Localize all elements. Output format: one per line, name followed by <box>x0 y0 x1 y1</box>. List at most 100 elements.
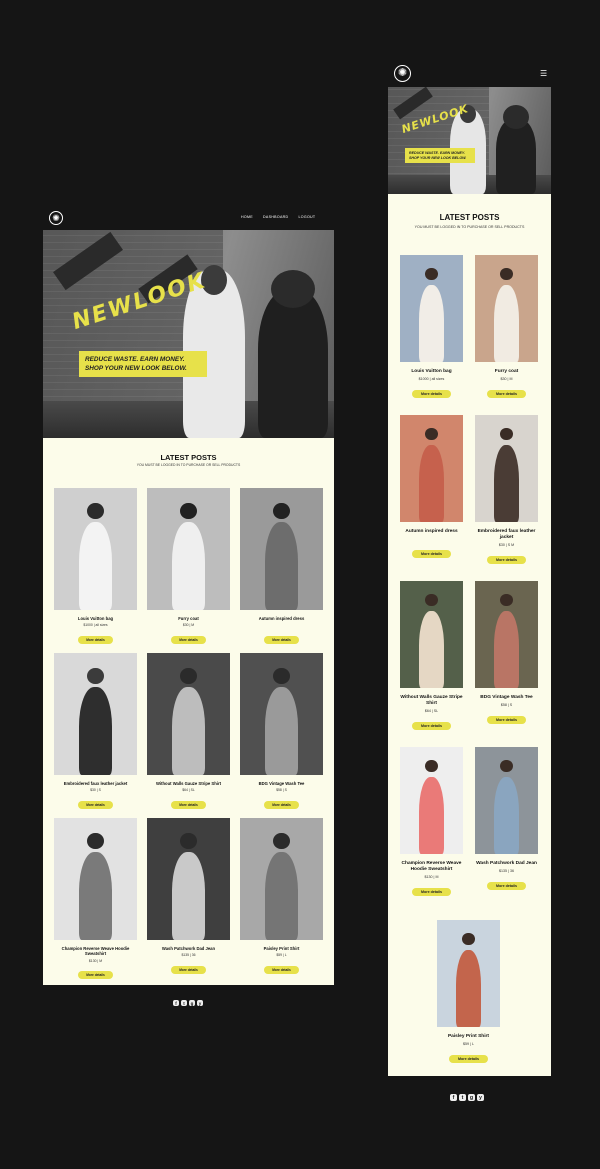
product-photo[interactable] <box>475 747 538 854</box>
product-price-size: $30 | S <box>90 788 101 793</box>
posts-subtitle: YOU MUST BE LOGGED IN TO PURCHASE OR SEL… <box>414 225 525 229</box>
product-name: Furry coat <box>178 616 199 621</box>
product-price-size: $64 | SL <box>182 788 195 793</box>
hero-person-2 <box>258 290 328 438</box>
more-details-button[interactable]: More details <box>449 1054 488 1063</box>
more-details-button[interactable]: More details <box>487 881 526 890</box>
post-card[interactable]: Embroidered faux leather jacket $30 | S M… <box>475 415 538 566</box>
nav-logout[interactable]: LOGOUT <box>298 215 315 219</box>
more-details-button[interactable]: More details <box>78 970 113 979</box>
more-details-button[interactable]: More details <box>78 800 113 809</box>
post-card[interactable]: Embroidered faux leather jacket $30 | S Mo… <box>54 653 137 811</box>
product-photo[interactable] <box>240 653 323 775</box>
post-card[interactable]: Champion Reverse Weave Hoodie Sweatshirt… <box>400 747 463 898</box>
product-price-size: $30 | M <box>500 377 513 381</box>
post-card[interactable]: Without Walls Gauze Stripe Shirt $64 | SL… <box>147 653 230 811</box>
product-name: Champion Reverse Weave Hoodie Sweatshirt <box>61 946 130 957</box>
desktop-nav: HOME DASHBOARD LOGOUT <box>241 215 315 219</box>
mobile-hero-banner: NEWLOOK REDUCE WASTE. EARN MONEY. SHOP Y… <box>388 87 551 194</box>
more-details-button[interactable]: More details <box>264 800 299 809</box>
product-photo[interactable] <box>400 747 463 854</box>
product-photo[interactable] <box>54 653 137 775</box>
youtube-icon[interactable]: y <box>197 1000 203 1006</box>
twitter-icon[interactable]: t <box>181 1000 187 1006</box>
more-details-button[interactable]: More details <box>412 721 451 730</box>
more-details-button[interactable]: More details <box>171 635 206 644</box>
post-card[interactable]: Autumn inspired dress More details <box>400 415 463 560</box>
product-photo[interactable] <box>475 581 538 688</box>
post-card[interactable]: Champion Reverse Weave Hoodie Sweatshirt… <box>54 818 137 981</box>
post-card[interactable]: BDG Vintage Wash Tee $58 | S More details <box>475 581 538 726</box>
post-card[interactable]: Louis Vuitton bag $1000 | all sizes More d… <box>400 255 463 400</box>
post-card[interactable]: Paisley Print Shirt $59 | L More details <box>240 818 323 976</box>
more-details-button[interactable]: More details <box>487 389 526 398</box>
product-name: Autumn inspired dress <box>258 616 305 621</box>
product-photo[interactable] <box>54 818 137 940</box>
more-details-button[interactable]: More details <box>487 555 526 564</box>
product-price-size <box>240 623 323 627</box>
product-name: Wash Patchwork Dad Jean <box>476 861 537 866</box>
more-details-button[interactable]: More details <box>171 800 206 809</box>
more-details-button[interactable]: More details <box>412 389 451 398</box>
logo-icon[interactable]: ✺ <box>49 211 63 225</box>
mobile-posts-section: LATEST POSTS YOU MUST BE LOGGED IN TO PU… <box>388 194 551 1076</box>
more-details-button[interactable]: More details <box>78 635 113 644</box>
product-name: Paisley Print Shirt <box>263 946 300 951</box>
facebook-icon[interactable]: f <box>450 1094 457 1101</box>
product-photo[interactable] <box>400 415 463 522</box>
product-name: Embroidered faux leather jacket <box>63 781 128 786</box>
post-card[interactable]: Furry coat $30 | M More details <box>475 255 538 400</box>
mobile-social-icons: ftgy <box>450 1094 484 1101</box>
product-photo[interactable] <box>475 255 538 362</box>
post-card[interactable]: Louis Vuitton bag $1000 | all sizes More d… <box>54 488 137 646</box>
nav-dashboard[interactable]: DASHBOARD <box>263 215 288 219</box>
product-price-size: $130 | M <box>424 875 439 879</box>
more-details-button[interactable]: More details <box>171 965 206 974</box>
more-details-button[interactable]: More details <box>412 549 451 558</box>
post-card[interactable]: Autumn inspired dress More details <box>240 488 323 646</box>
google-plus-icon[interactable]: g <box>468 1094 475 1101</box>
product-photo[interactable] <box>240 818 323 940</box>
logo-icon[interactable]: ✺ <box>394 65 411 82</box>
product-photo[interactable] <box>54 488 137 610</box>
product-photo[interactable] <box>400 581 463 688</box>
product-name: Louis Vuitton bag <box>411 369 452 374</box>
product-name: Autumn inspired dress <box>405 529 458 534</box>
post-card[interactable]: Without Walls Gauze Stripe Shirt $64 | SL… <box>400 581 463 732</box>
youtube-icon[interactable]: y <box>477 1094 484 1101</box>
more-details-button[interactable]: More details <box>264 635 299 644</box>
product-photo[interactable] <box>475 415 538 522</box>
product-name: Without Walls Gauze Stripe Shirt <box>156 781 221 786</box>
product-photo[interactable] <box>147 653 230 775</box>
product-price-size: $59 | L <box>463 1042 474 1046</box>
post-card[interactable]: Furry coat $30 | M More details <box>147 488 230 646</box>
product-name: Wash Patchwork Dad Jean <box>161 946 216 951</box>
product-price-size: $30 | M <box>182 623 195 628</box>
product-price-size: $1000 | all sizes <box>418 377 445 381</box>
product-name: BDG Vintage Wash Tee <box>258 781 305 786</box>
product-photo[interactable] <box>437 920 500 1027</box>
product-photo[interactable] <box>147 488 230 610</box>
post-card[interactable]: BDG Vintage Wash Tee $58 | S More details <box>240 653 323 811</box>
post-card[interactable]: Wash Patchwork Dad Jean $135 | 36 More det… <box>147 818 230 976</box>
product-photo[interactable] <box>147 818 230 940</box>
product-price-size <box>400 537 463 542</box>
nav-home[interactable]: HOME <box>241 215 253 219</box>
product-price-size: $58 | S <box>500 703 513 707</box>
more-details-button[interactable]: More details <box>487 715 526 724</box>
more-details-button[interactable]: More details <box>412 887 451 896</box>
product-price-size: $59 | L <box>276 953 287 958</box>
hamburger-menu-icon[interactable]: ☰ <box>540 70 547 78</box>
posts-subtitle: YOU MUST BE LOGGED IN TO PURCHASE OR SEL… <box>136 463 241 467</box>
product-photo[interactable] <box>240 488 323 610</box>
product-name: Without Walls Gauze Stripe Shirt <box>400 695 463 706</box>
product-photo[interactable] <box>400 255 463 362</box>
more-details-button[interactable]: More details <box>264 965 299 974</box>
hero-tagline: REDUCE WASTE. EARN MONEY. SHOP YOUR NEW … <box>79 351 207 377</box>
desktop-posts-section: LATEST POSTS YOU MUST BE LOGGED IN TO PU… <box>43 438 334 985</box>
twitter-icon[interactable]: t <box>459 1094 466 1101</box>
facebook-icon[interactable]: f <box>173 1000 179 1006</box>
google-plus-icon[interactable]: g <box>189 1000 195 1006</box>
post-card[interactable]: Wash Patchwork Dad Jean $135 | 36 More det… <box>475 747 538 892</box>
post-card[interactable]: Paisley Print Shirt $59 | L More details <box>437 920 500 1065</box>
